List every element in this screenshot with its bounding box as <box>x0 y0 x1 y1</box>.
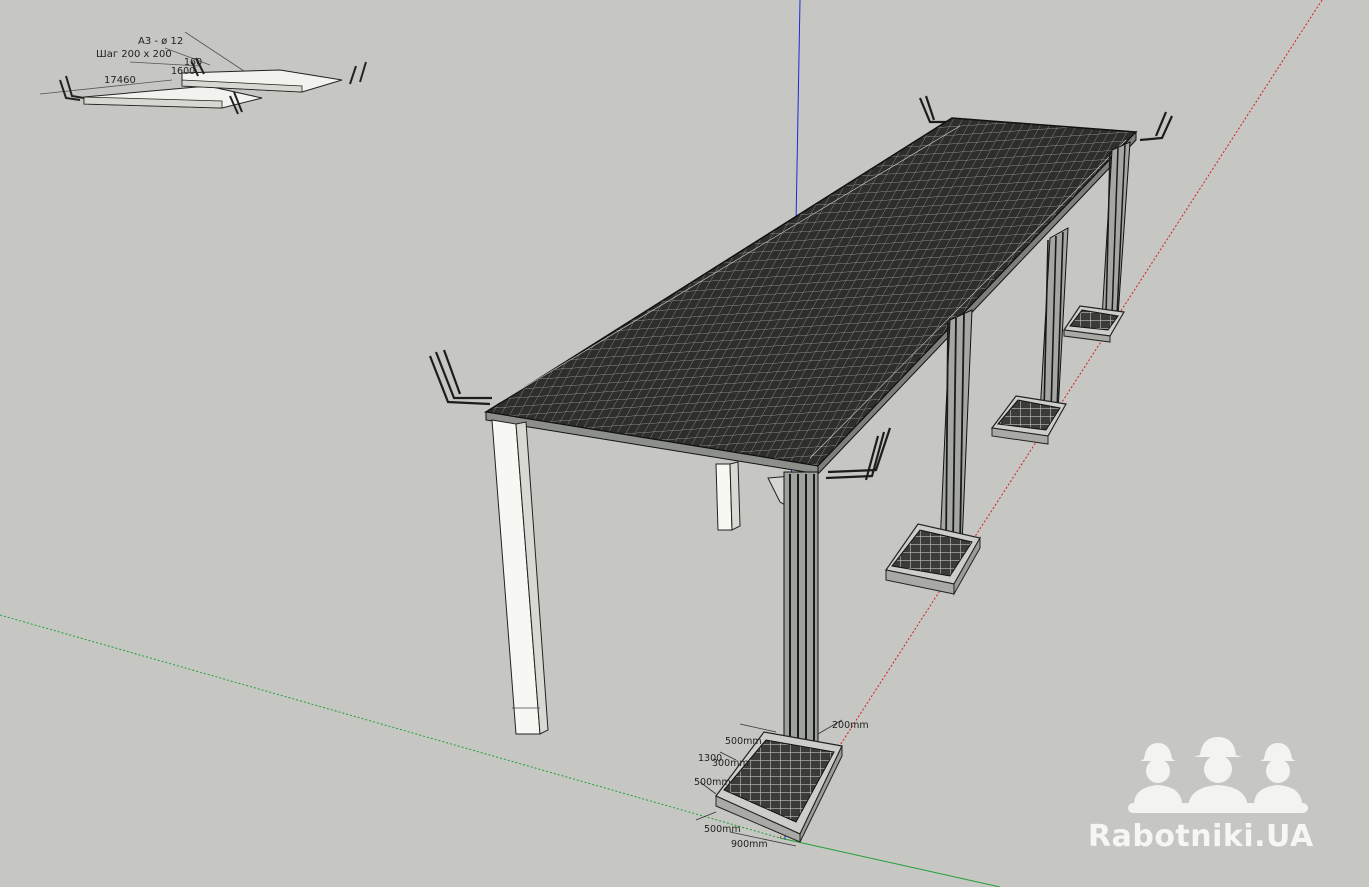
pitch-label: Шаг 200 х 200 <box>96 49 172 60</box>
green-axis-dotted <box>0 614 781 839</box>
column-middle[interactable] <box>939 309 973 547</box>
length-label: 17460 <box>104 75 136 86</box>
column-size-label: 200mm <box>832 720 869 731</box>
workers-helmets-icon <box>1128 737 1308 813</box>
modeling-viewport[interactable]: А3 - ø 12 Шаг 200 х 200 160 1600 17460 2… <box>0 0 1369 887</box>
column-front-left[interactable] <box>491 419 549 735</box>
footing-inner-label: 300mm <box>712 758 749 769</box>
footing-bottom-b-label: 900mm <box>731 839 768 850</box>
footing-back-2[interactable] <box>990 395 1067 445</box>
watermark-brand: Rabotniki.UA <box>1088 819 1314 854</box>
width-b-label: 1600 <box>171 66 196 77</box>
rebar-spec-label: А3 - ø 12 <box>138 36 184 47</box>
footing-back-3[interactable] <box>1062 305 1125 343</box>
footing-middle[interactable] <box>884 523 981 596</box>
footing-top-label: 500mm <box>725 736 762 747</box>
footing-bottom-a-label: 500mm <box>704 824 741 835</box>
column-back-2[interactable] <box>1039 227 1069 415</box>
reference-model[interactable] <box>39 31 367 115</box>
footing-side-label: 500mm <box>694 777 731 788</box>
column-back-left[interactable] <box>715 461 741 531</box>
green-axis <box>779 837 1001 887</box>
watermark: Rabotniki.UA <box>1088 735 1348 865</box>
